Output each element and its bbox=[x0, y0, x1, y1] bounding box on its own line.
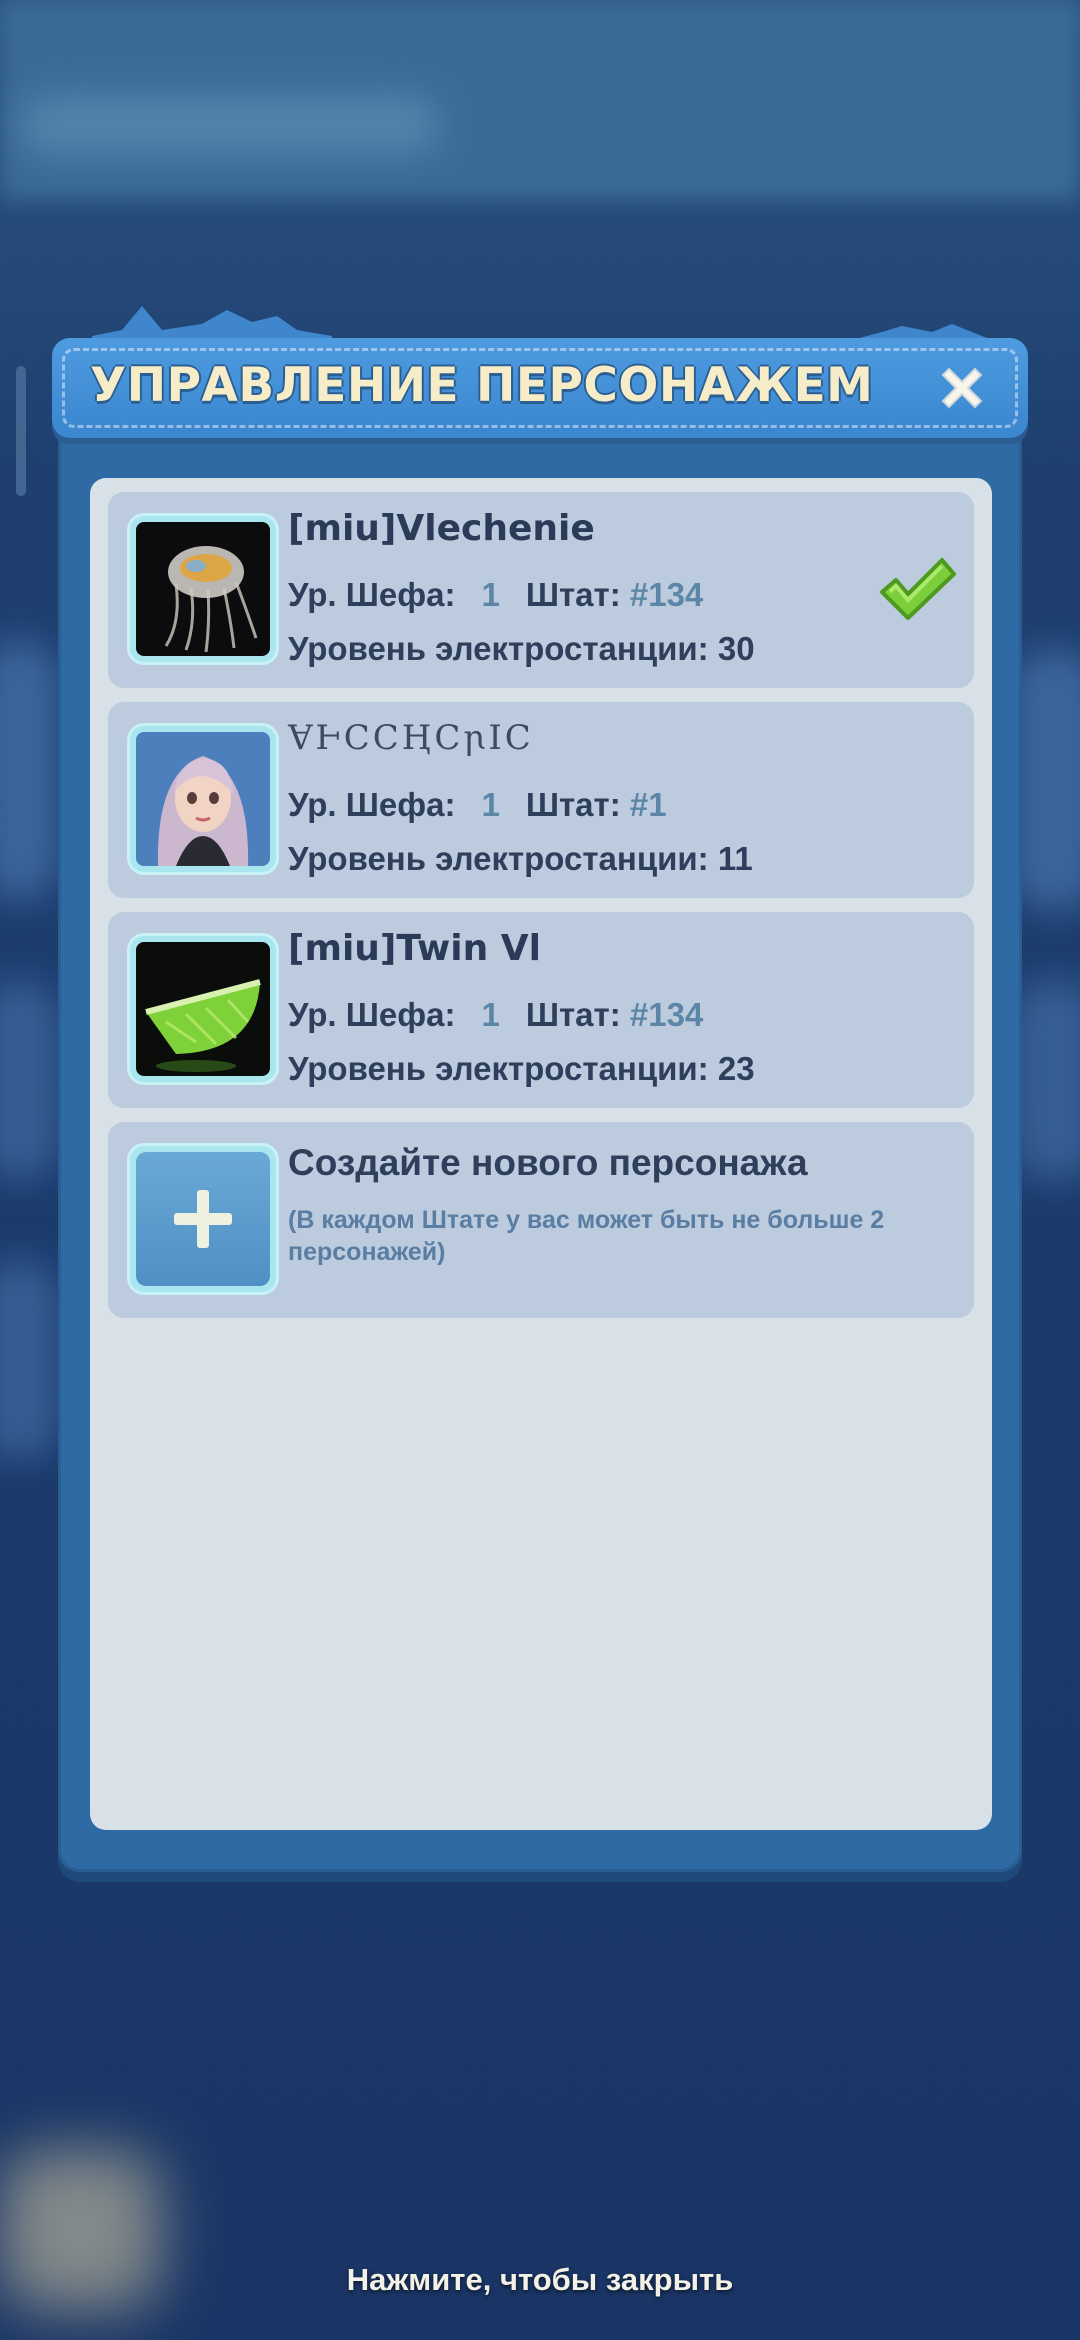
chef-level-label: Ур. Шефа: bbox=[288, 576, 456, 613]
character-card[interactable]: [miu]Vlechenie Ур. Шефа: 1 Штат: #134 Уров… bbox=[108, 492, 974, 688]
character-name: [miu]Twin Vl bbox=[288, 928, 541, 969]
state-label: Штат: bbox=[525, 786, 621, 823]
chef-level-value: 1 bbox=[481, 576, 500, 613]
state-value: #134 bbox=[629, 576, 704, 613]
character-stats-line: Ур. Шефа: 1 Штат: #134 bbox=[288, 996, 703, 1034]
close-icon bbox=[941, 367, 983, 409]
character-stats-line: Ур. Шефа: 1 Штат: #1 bbox=[288, 786, 667, 824]
plant-level-line: Уровень электростанции: 30 bbox=[288, 630, 755, 668]
add-character-button[interactable] bbox=[130, 1146, 276, 1292]
plant-level-label: Уровень электростанции: bbox=[288, 630, 709, 667]
background-blur-shape bbox=[0, 640, 60, 900]
character-name: ⱯⱵⅭⅭⱧⅭꞃⅠⅭ bbox=[288, 718, 534, 758]
character-card[interactable]: ⱯⱵⅭⅭⱧⅭꞃⅠⅭ Ур. Шефа: 1 Штат: #1 Уровень эле… bbox=[108, 702, 974, 898]
chef-level-value: 1 bbox=[481, 786, 500, 823]
chef-level-label: Ур. Шефа: bbox=[288, 996, 456, 1033]
plant-level-line: Уровень электростанции: 11 bbox=[288, 840, 753, 878]
plant-level-value: 23 bbox=[717, 1050, 755, 1087]
state-value: #134 bbox=[629, 996, 704, 1033]
dialog-title: УПРАВЛЕНИЕ ПЕРСОНАЖЕМ bbox=[90, 358, 874, 413]
girl-portrait-avatar-icon bbox=[136, 732, 270, 866]
background-blur-shape bbox=[0, 980, 60, 1180]
create-character-card[interactable]: Создайте нового персонажа (В каждом Штат… bbox=[108, 1122, 974, 1318]
checkmark-icon bbox=[880, 558, 956, 620]
state-label: Штат: bbox=[525, 996, 621, 1033]
avatar bbox=[130, 516, 276, 662]
background-blur-shape bbox=[20, 95, 440, 155]
character-list: [miu]Vlechenie Ур. Шефа: 1 Штат: #134 Уров… bbox=[90, 478, 992, 1830]
close-button[interactable] bbox=[932, 358, 992, 418]
lime-slice-avatar-icon bbox=[136, 942, 270, 1076]
jellyfish-avatar-icon bbox=[136, 522, 270, 656]
plant-level-label: Уровень электростанции: bbox=[288, 1050, 709, 1087]
chef-level-value: 1 bbox=[481, 996, 500, 1033]
state-label: Штат: bbox=[525, 576, 621, 613]
plant-level-value: 11 bbox=[717, 840, 753, 877]
avatar bbox=[130, 936, 276, 1082]
character-management-dialog: УПРАВЛЕНИЕ ПЕРСОНАЖЕМ [miu]Vlechenie Ур. bbox=[52, 296, 1028, 1880]
dialog-header: УПРАВЛЕНИЕ ПЕРСОНАЖЕМ bbox=[52, 338, 1028, 438]
character-name: [miu]Vlechenie bbox=[288, 508, 595, 549]
plus-icon bbox=[174, 1190, 232, 1248]
avatar bbox=[130, 726, 276, 872]
tap-to-close-hint[interactable]: Нажмите, чтобы закрыть bbox=[0, 2262, 1080, 2298]
edge-scroll-indicator bbox=[16, 366, 26, 496]
plant-level-line: Уровень электростанции: 23 bbox=[288, 1050, 755, 1088]
create-character-title: Создайте нового персонажа bbox=[288, 1142, 808, 1183]
chef-level-label: Ур. Шефа: bbox=[288, 786, 456, 823]
state-value: #1 bbox=[629, 786, 667, 823]
background-blur-shape bbox=[0, 1260, 60, 1460]
plant-level-value: 30 bbox=[717, 630, 755, 667]
create-character-note: (В каждом Штате у вас может быть не боль… bbox=[288, 1206, 885, 1266]
character-card[interactable]: [miu]Twin Vl Ур. Шефа: 1 Штат: #134 Уровен… bbox=[108, 912, 974, 1108]
plant-level-label: Уровень электростанции: bbox=[288, 840, 709, 877]
add-button-face bbox=[136, 1152, 270, 1286]
character-stats-line: Ур. Шефа: 1 Штат: #134 bbox=[288, 576, 703, 614]
